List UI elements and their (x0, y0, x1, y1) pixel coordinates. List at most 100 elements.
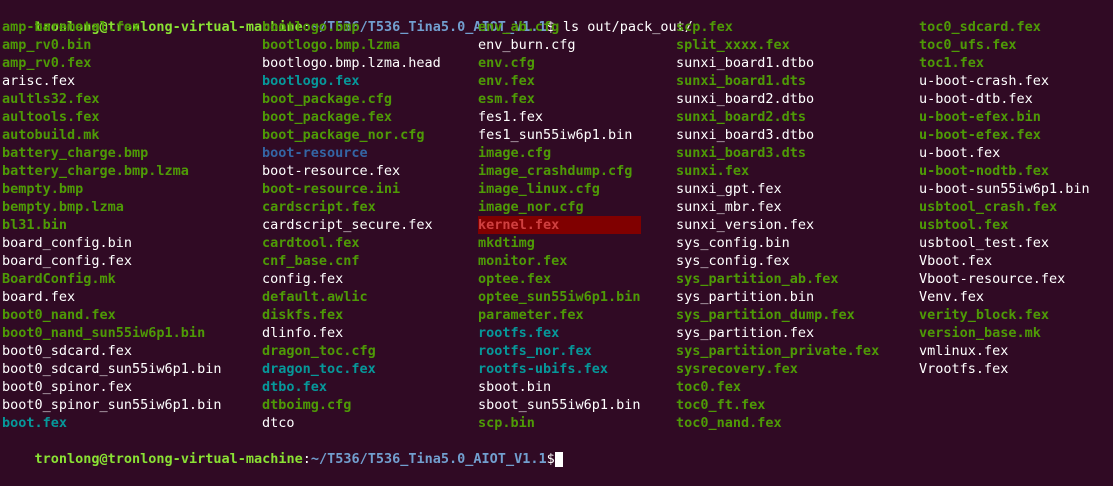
file-entry: diskfs.fex (262, 307, 344, 323)
file-entry: sunxi_board2.dtbo (676, 91, 815, 107)
file-entry: boot-resource (262, 145, 368, 161)
file-entry: aultls32.fex (2, 91, 100, 107)
file-entry: boot0_nand_sun55iw6p1.bin (2, 325, 206, 341)
terminal-window[interactable]: tronlong@tronlong-virtual-machine:~/T536… (0, 0, 1113, 467)
file-entry: sunxi_board1.dts (676, 73, 807, 89)
file-entry: sunxi_board3.dtbo (676, 127, 815, 143)
file-entry: sunxi_mbr.fex (676, 199, 782, 215)
file-entry: amp-baremetal.fex (2, 19, 141, 35)
file-entry: sys_partition.fex (676, 325, 815, 341)
command-line: tronlong@tronlong-virtual-machine:~/T536… (2, 0, 693, 35)
file-entry: boot_package_nor.cfg (262, 127, 425, 143)
file-entry: usbtool_crash.fex (919, 199, 1058, 215)
file-entry: toc0_nand.fex (676, 415, 782, 431)
file-entry: toc0_sdcard.fex (919, 19, 1041, 35)
file-entry: board_config.fex (2, 253, 133, 269)
listing-column-2: bootlogo.bmp bootlogo.bmp.lzma bootlogo.bm… (262, 18, 441, 432)
file-entry: toc0.fex (676, 379, 742, 395)
file-entry: default.awlic (262, 289, 368, 305)
file-entry: sunxi.fex (676, 163, 750, 179)
file-entry: version_base.mk (919, 325, 1041, 341)
listing-column-3: env_ab.cfg env_burn.cfg env.cfg env.fex esm.… (478, 18, 641, 432)
file-entry: image_linux.cfg (478, 181, 600, 197)
file-entry: boot-resource.fex (262, 163, 401, 179)
file-entry: cnf_base.cnf (262, 253, 360, 269)
file-entry: u-boot-efex.fex (919, 127, 1041, 143)
file-entry: verity_block.fex (919, 307, 1050, 323)
file-entry: cardscript_secure.fex (262, 217, 433, 233)
file-entry: dragon_toc.cfg (262, 343, 376, 359)
file-entry: fes1.fex (478, 109, 544, 125)
file-entry: amp_rv0.bin (2, 37, 92, 53)
file-entry: u-boot.fex (919, 145, 1001, 161)
file-entry: image_nor.cfg (478, 199, 584, 215)
file-entry: rootfs_nor.fex (478, 343, 592, 359)
file-entry: dragon_toc.fex (262, 361, 376, 377)
file-entry: boot_package.fex (262, 109, 393, 125)
file-entry: sunxi_board1.dtbo (676, 55, 815, 71)
file-entry: parameter.fex (478, 307, 584, 323)
file-entry: sunxi_gpt.fex (676, 181, 782, 197)
file-entry: Vboot-resource.fex (919, 271, 1066, 287)
listing-column-4: scp.fex split_xxxx.fex sunxi_board1.dtbo su… (676, 18, 879, 432)
file-entry: boot0_sdcard.fex (2, 343, 133, 359)
file-entry: rootfs-ubifs.fex (478, 361, 609, 377)
file-entry: autobuild.mk (2, 127, 100, 143)
file-entry: dtbo.fex (262, 379, 328, 395)
file-entry: cardscript.fex (262, 199, 376, 215)
file-entry: scp.bin (478, 415, 535, 431)
file-entry: BoardConfig.mk (2, 271, 116, 287)
file-entry: sysrecovery.fex (676, 361, 798, 377)
prompt-user-host: tronlong@tronlong-virtual-machine (34, 451, 303, 467)
file-entry: vmlinux.fex (919, 343, 1009, 359)
file-entry: u-boot-dtb.fex (919, 91, 1033, 107)
file-entry: u-boot-crash.fex (919, 73, 1050, 89)
prompt-line[interactable]: tronlong@tronlong-virtual-machine:~/T536… (2, 432, 563, 467)
file-entry: scp.fex (676, 19, 733, 35)
file-entry: dtco (262, 415, 295, 431)
file-entry: u-boot-sun55iw6p1.bin (919, 181, 1090, 197)
file-entry: arisc.fex (2, 73, 76, 89)
text-cursor (554, 451, 563, 467)
file-entry: sys_config.fex (676, 253, 790, 269)
file-entry: sunxi_version.fex (676, 217, 815, 233)
file-entry: sys_partition_ab.fex (676, 271, 839, 287)
file-entry: toc0_ufs.fex (919, 37, 1017, 53)
file-entry: sys_partition_private.fex (676, 343, 880, 359)
file-entry: bootlogo.bmp.lzma (262, 37, 401, 53)
file-entry: bl31.bin (2, 217, 68, 233)
prompt-symbol: $ (546, 451, 555, 467)
file-entry: fes1_sun55iw6p1.bin (478, 127, 633, 143)
file-entry: toc0_ft.fex (676, 397, 766, 413)
file-entry: bootlogo.bmp.lzma.head (262, 55, 441, 71)
file-entry: optee.fex (478, 271, 552, 287)
file-entry: Vrootfs.fex (919, 361, 1009, 377)
file-entry: battery_charge.bmp.lzma (2, 163, 189, 179)
file-entry: boot_package.cfg (262, 91, 393, 107)
prompt-separator: : (302, 451, 311, 467)
file-entry: sys_config.bin (676, 235, 790, 251)
file-entry: sunxi_board3.dts (676, 145, 807, 161)
file-entry: rootfs.fex (478, 325, 560, 341)
file-entry: image_crashdump.cfg (478, 163, 633, 179)
file-entry: battery_charge.bmp (2, 145, 149, 161)
file-entry: sys_partition_dump.fex (676, 307, 855, 323)
prompt-path: ~/T536/T536_Tina5.0_AIOT_V1.1 (310, 451, 547, 467)
file-entry: boot.fex (2, 415, 68, 431)
file-entry: cardtool.fex (262, 235, 360, 251)
listing-column-1: amp-baremetal.fex amp_rv0.bin amp_rv0.fex a… (2, 18, 221, 432)
file-entry: toc1.fex (919, 55, 985, 71)
file-entry: monitor.fex (478, 253, 568, 269)
file-entry: board_config.bin (2, 235, 133, 251)
file-entry: sboot.bin (478, 379, 552, 395)
file-entry: aultools.fex (2, 109, 100, 125)
file-entry: env.fex (478, 73, 535, 89)
file-entry: env_ab.cfg (478, 19, 560, 35)
file-entry: bempty.bmp (2, 181, 84, 197)
file-entry: config.fex (262, 271, 344, 287)
file-entry: bootlogo.bmp (262, 19, 360, 35)
file-entry: boot0_nand.fex (2, 307, 116, 323)
file-entry: board.fex (2, 289, 76, 305)
file-entry: bootlogo.fex (262, 73, 360, 89)
file-entry: u-boot-efex.bin (919, 109, 1041, 125)
